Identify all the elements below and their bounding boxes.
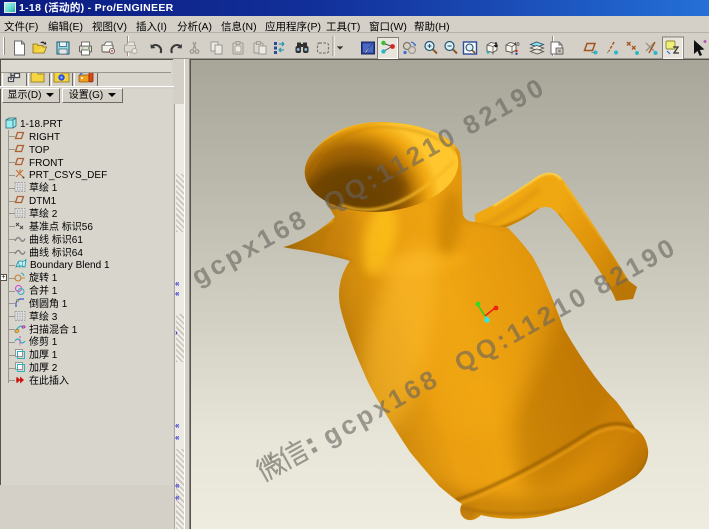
- svg-text:49: 49: [514, 42, 520, 48]
